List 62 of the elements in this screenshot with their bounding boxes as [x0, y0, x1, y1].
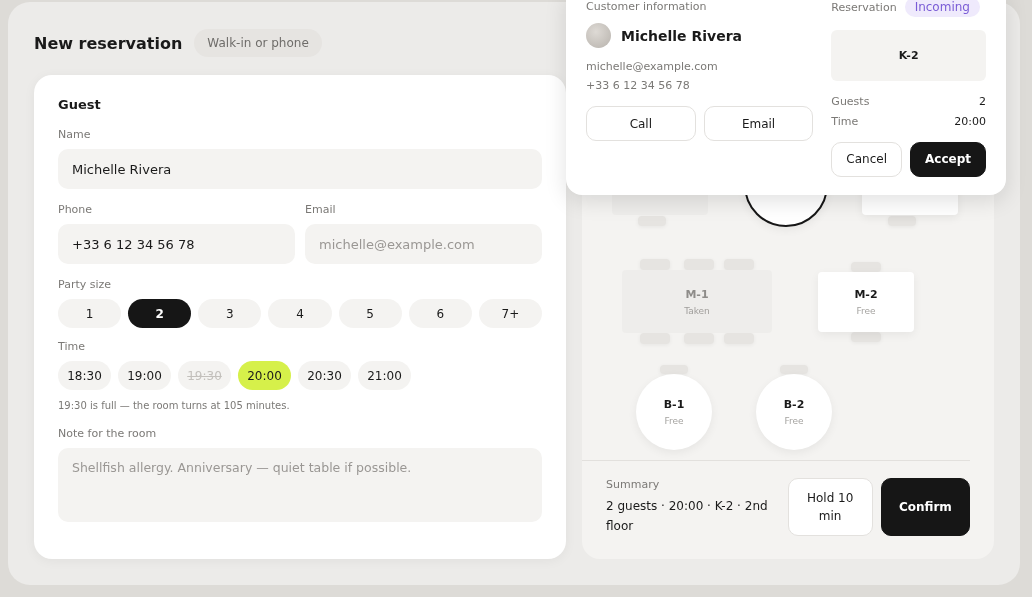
field-label: Email	[305, 203, 337, 216]
contact-button[interactable]: Email	[703, 106, 814, 141]
table-tile: K-2	[831, 30, 986, 81]
hold-button[interactable]: Hold 10 min	[787, 478, 873, 536]
party-size-chip[interactable]: 5	[338, 299, 402, 328]
chair-shape	[851, 262, 881, 272]
time-chip[interactable]: 19:00	[118, 361, 171, 390]
party-size-chip[interactable]: 6	[408, 299, 472, 328]
email-field[interactable]: michelle@example.com	[305, 224, 542, 264]
accept-button[interactable]: Accept	[910, 142, 986, 177]
time-chip[interactable]: 20:30	[298, 361, 351, 390]
summary-text: 2 guests · 20:00 · K-2 · 2nd floor	[606, 498, 769, 535]
party-size-chip[interactable]: 1	[58, 299, 122, 328]
chair-shape	[660, 365, 688, 374]
party-size-chip[interactable]: 2	[128, 299, 192, 328]
party-size-chip[interactable]: 3	[198, 299, 262, 328]
time-chip[interactable]: 20:00	[238, 361, 291, 390]
chair-shape	[851, 332, 881, 342]
name-field[interactable]: Michelle Rivera	[58, 149, 542, 189]
table-shape[interactable]: M-2 Free	[818, 272, 914, 332]
cancel-button[interactable]: Cancel	[831, 142, 902, 177]
table-name: B-1	[663, 398, 685, 411]
status-badge: Incoming	[904, 0, 980, 17]
table-shape[interactable]: B-1 Free	[636, 374, 712, 450]
customer-email: michelle@example.com	[586, 60, 719, 73]
field-label: Party size	[58, 278, 113, 291]
section-label: Customer information	[586, 0, 708, 13]
table-status: Free	[856, 306, 876, 316]
party-size-chip[interactable]: 7+	[478, 299, 542, 328]
section-title: Guest	[58, 97, 102, 112]
page-title: New reservation	[34, 33, 183, 53]
summary-label: Summary	[606, 478, 661, 491]
chair-shape	[780, 365, 808, 374]
field-label: Phone	[58, 203, 94, 216]
field-label: Name	[58, 128, 92, 141]
customer-name: Michelle Rivera	[621, 27, 742, 44]
table-name: M-2	[854, 288, 878, 301]
avatar-icon	[586, 23, 611, 48]
field-label: Time	[58, 340, 86, 353]
detail-value: 20:00	[954, 115, 986, 129]
confirm-button[interactable]: Confirm	[880, 478, 970, 536]
time-chip[interactable]: 21:00	[358, 361, 411, 390]
contact-button[interactable]: Call	[586, 106, 696, 141]
table-name: B-2	[783, 398, 805, 411]
table-status: Free	[784, 416, 804, 426]
table-name: M-1	[685, 287, 709, 301]
hint-text: 19:30 is full — the room turns at 105 minutes.	[58, 400, 291, 411]
note-field[interactable]: Shellfish allergy. Anniversary — quiet table if possible.	[58, 448, 542, 522]
section-label: Reservation	[831, 0, 897, 14]
field-label: Note for the room	[58, 427, 158, 440]
time-chip[interactable]: 18:30	[58, 361, 111, 390]
table-status: Taken	[684, 305, 710, 316]
detail-label: Guests	[831, 94, 870, 108]
detail-value: 2	[979, 94, 986, 108]
detail-label: Time	[831, 115, 859, 129]
chair-shape	[888, 216, 916, 226]
table-status: Free	[664, 416, 684, 426]
customer-phone: +33 6 12 34 56 78	[586, 79, 691, 92]
party-size-chip[interactable]: 4	[268, 299, 332, 328]
table-shape[interactable]: B-2 Free	[756, 374, 832, 450]
mode-badge: Walk-in or phone	[194, 29, 322, 57]
phone-field[interactable]: +33 6 12 34 56 78	[58, 224, 295, 264]
